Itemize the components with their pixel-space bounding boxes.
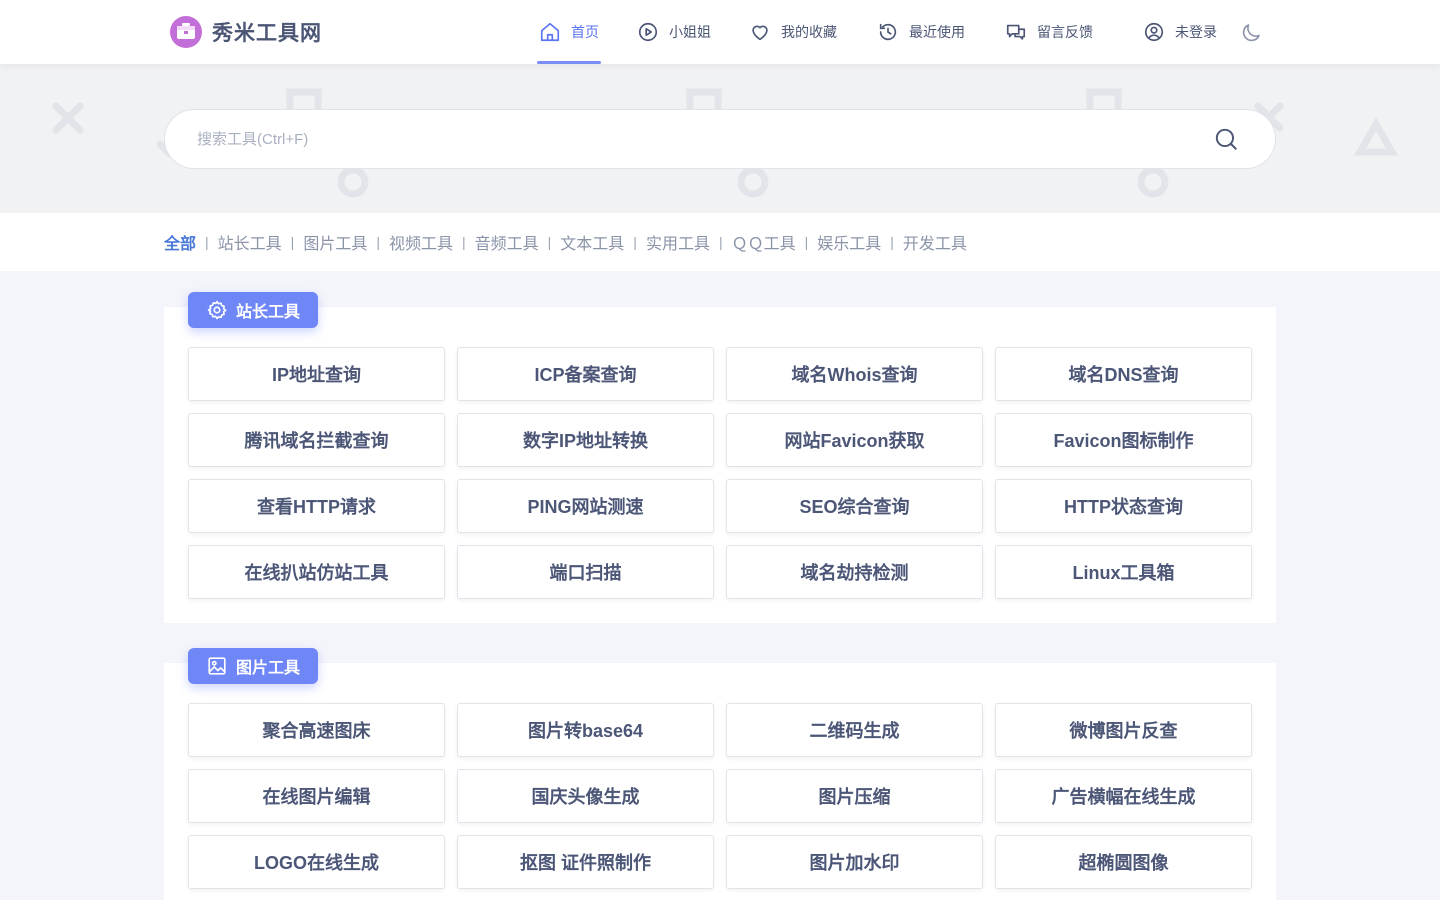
category-bar: 全部 | 站长工具 | 图片工具 | 视频工具 | 音频工具 | 文本工具 | … <box>0 213 1440 271</box>
section-title-badge: 图片工具 <box>188 648 319 684</box>
user-icon <box>1144 22 1164 42</box>
category-separator: | <box>804 234 809 250</box>
tool-card[interactable]: Linux工具箱 <box>995 545 1252 599</box>
section-webmaster-tools: 站长工具 IP地址查询 ICP备案查询 域名Whois查询 域名DNS查询 腾讯… <box>164 292 1276 623</box>
nav-item-recent[interactable]: 最近使用 <box>877 0 965 64</box>
tool-card[interactable]: 超椭圆图像 <box>995 835 1252 889</box>
history-icon <box>879 23 897 41</box>
moon-icon[interactable] <box>1240 20 1264 44</box>
tool-card[interactable]: PING网站测速 <box>457 479 714 533</box>
tool-card[interactable]: 网站Favicon获取 <box>726 413 983 467</box>
tool-card[interactable]: 域名DNS查询 <box>995 347 1252 401</box>
tool-card[interactable]: IP地址查询 <box>188 347 445 401</box>
category-separator: | <box>290 234 295 250</box>
nav-label: 我的收藏 <box>781 24 837 40</box>
category-separator: | <box>547 234 552 250</box>
section-title: 图片工具 <box>236 660 301 677</box>
search-box <box>164 109 1276 169</box>
tool-card[interactable]: 域名劫持检测 <box>726 545 983 599</box>
section-title-badge: 站长工具 <box>188 292 319 328</box>
category-item[interactable]: 开发工具 <box>903 230 967 254</box>
category-item[interactable]: 文本工具 <box>560 230 624 254</box>
tool-card[interactable]: 在线图片编辑 <box>188 769 445 823</box>
nav-label: 首页 <box>571 24 599 40</box>
tool-card[interactable]: 聚合高速图床 <box>188 703 445 757</box>
nav-item-xiaojiejie[interactable]: 小姐姐 <box>637 0 711 64</box>
search-icon[interactable] <box>1213 126 1239 152</box>
category-item[interactable]: 娱乐工具 <box>817 230 881 254</box>
section-title: 站长工具 <box>236 304 301 321</box>
tool-card[interactable]: 广告横幅在线生成 <box>995 769 1252 823</box>
category-separator: | <box>890 234 894 250</box>
main-nav: 首页 小姐姐 我的收藏 最近使用 留言反馈 未登录 <box>0 0 1440 64</box>
category-item[interactable]: 图片工具 <box>303 230 367 254</box>
top-header: 秀米工具网 首页 小姐姐 我的收藏 最近使用 留言反馈 未登录 <box>0 0 1440 64</box>
tool-card[interactable]: ICP备案查询 <box>457 347 714 401</box>
tool-card[interactable]: 腾讯域名拦截查询 <box>188 413 445 467</box>
tool-card[interactable]: Favicon图标制作 <box>995 413 1252 467</box>
tool-card[interactable]: 查看HTTP请求 <box>188 479 445 533</box>
category-separator: | <box>376 234 380 250</box>
tool-card[interactable]: 图片压缩 <box>726 769 983 823</box>
tool-card[interactable]: 抠图 证件照制作 <box>457 835 714 889</box>
nav-label: 未登录 <box>1175 24 1217 40</box>
category-list: 全部 | 站长工具 | 图片工具 | 视频工具 | 音频工具 | 文本工具 | … <box>164 213 967 271</box>
play-icon <box>638 22 658 42</box>
tool-card[interactable]: 二维码生成 <box>726 703 983 757</box>
nav-label: 小姐姐 <box>669 24 711 40</box>
nav-item-feedback[interactable]: 留言反馈 <box>1005 0 1093 64</box>
tool-card[interactable]: HTTP状态查询 <box>995 479 1252 533</box>
category-separator: | <box>633 234 637 250</box>
tool-card[interactable]: SEO综合查询 <box>726 479 983 533</box>
category-item[interactable]: 实用工具 <box>646 230 710 254</box>
tool-card[interactable]: 国庆头像生成 <box>457 769 714 823</box>
category-item[interactable]: 视频工具 <box>389 230 453 254</box>
home-icon <box>540 22 560 42</box>
tool-card[interactable]: LOGO在线生成 <box>188 835 445 889</box>
category-separator: | <box>205 234 209 250</box>
chat-icon <box>1006 24 1026 40</box>
nav-item-home[interactable]: 首页 <box>537 0 601 64</box>
category-all[interactable]: 全部 <box>164 230 196 254</box>
section-image-tools: 图片工具 聚合高速图床 图片转base64 二维码生成 微博图片反查 在线图片编… <box>164 648 1276 900</box>
image-icon <box>208 657 226 675</box>
tool-card[interactable]: 图片加水印 <box>726 835 983 889</box>
nav-item-login[interactable]: 未登录 <box>1143 0 1217 64</box>
heart-icon <box>752 25 768 41</box>
category-item[interactable]: 音频工具 <box>475 230 539 254</box>
nav-item-favorites[interactable]: 我的收藏 <box>749 0 837 64</box>
tool-card[interactable]: 在线扒站仿站工具 <box>188 545 445 599</box>
tool-card[interactable]: 图片转base64 <box>457 703 714 757</box>
nav-label: 最近使用 <box>909 24 965 40</box>
category-item[interactable]: 站长工具 <box>218 230 282 254</box>
category-separator: | <box>718 234 723 250</box>
tool-card[interactable]: 端口扫描 <box>457 545 714 599</box>
category-separator: | <box>461 234 466 250</box>
gear-icon <box>207 300 227 320</box>
tool-card[interactable]: 数字IP地址转换 <box>457 413 714 467</box>
category-item[interactable]: ＱＱ工具 <box>732 230 796 254</box>
search-banner <box>0 64 1440 213</box>
nav-label: 留言反馈 <box>1037 24 1093 40</box>
tool-card[interactable]: 域名Whois查询 <box>726 347 983 401</box>
search-input[interactable] <box>197 110 1177 168</box>
tool-card[interactable]: 微博图片反查 <box>995 703 1252 757</box>
